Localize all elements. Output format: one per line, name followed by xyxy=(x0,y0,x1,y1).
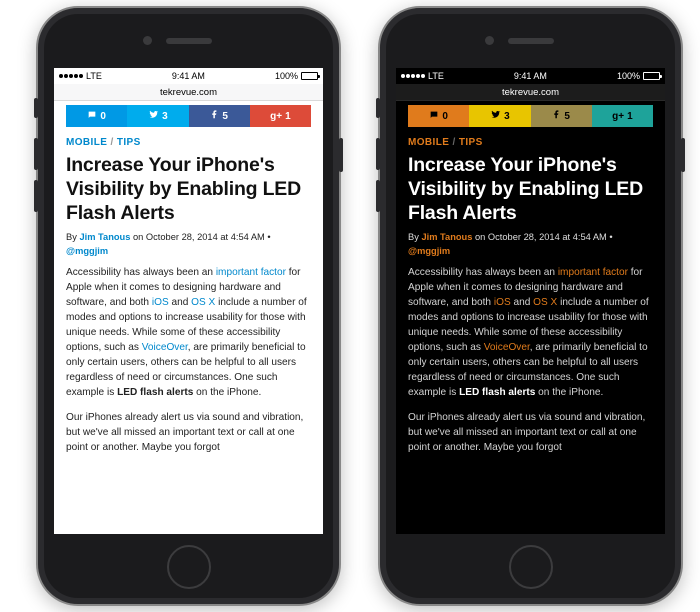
comment-icon xyxy=(429,110,439,123)
twitter-count: 3 xyxy=(504,111,510,122)
share-twitter[interactable]: 3 xyxy=(469,105,530,127)
article-byline: By Jim Tanous on October 28, 2014 at 4:5… xyxy=(408,231,653,258)
social-share-bar: 0 3 5 g+ 1 xyxy=(408,105,653,127)
twitter-handle[interactable]: @mggjim xyxy=(408,246,450,256)
signal-strength-icon xyxy=(401,74,425,78)
home-button[interactable] xyxy=(509,545,553,589)
link-voiceover[interactable]: VoiceOver xyxy=(142,342,188,353)
share-gplus[interactable]: g+ 1 xyxy=(592,105,653,127)
article-headline: Increase Your iPhone's Visibility by Ena… xyxy=(408,154,653,225)
volume-up xyxy=(376,138,380,170)
twitter-icon xyxy=(490,109,501,123)
author-link[interactable]: Jim Tanous xyxy=(79,232,130,242)
battery-percent: 100% xyxy=(275,71,298,81)
link-important-factor[interactable]: important factor xyxy=(216,267,286,278)
power-button xyxy=(339,138,343,172)
breadcrumb-mobile[interactable]: MOBILE xyxy=(66,137,107,148)
phone-body: LTE 9:41 AM 100% tekrevue.com 0 xyxy=(36,6,341,606)
comment-icon xyxy=(87,110,97,123)
share-comments[interactable]: 0 xyxy=(66,105,127,127)
address-bar[interactable]: tekrevue.com xyxy=(54,84,323,101)
gplus-count: 1 xyxy=(285,111,291,122)
address-bar[interactable]: tekrevue.com xyxy=(396,84,665,101)
article-body: Accessibility has always been an importa… xyxy=(408,266,653,455)
link-osx[interactable]: OS X xyxy=(191,297,215,308)
screen-light: LTE 9:41 AM 100% tekrevue.com 0 xyxy=(54,68,323,534)
screen-dark: LTE 9:41 AM 100% tekrevue.com 0 xyxy=(396,68,665,534)
twitter-icon xyxy=(148,109,159,123)
gplus-icon: g+ xyxy=(612,111,624,122)
social-share-bar: 0 3 5 g+ 1 xyxy=(66,105,311,127)
gplus-count: 1 xyxy=(627,111,633,122)
article-headline: Increase Your iPhone's Visibility by Ena… xyxy=(66,154,311,225)
status-bar: LTE 9:41 AM 100% xyxy=(396,68,665,84)
clock: 9:41 AM xyxy=(514,71,547,81)
author-link[interactable]: Jim Tanous xyxy=(421,232,472,242)
front-camera xyxy=(143,36,152,45)
breadcrumb-tips[interactable]: TIPS xyxy=(117,137,141,148)
twitter-handle[interactable]: @mggjim xyxy=(66,246,108,256)
mute-switch xyxy=(34,98,38,118)
paragraph-2: Our iPhones already alert us via sound a… xyxy=(66,411,311,456)
byline-date: on October 28, 2014 at 4:54 AM • xyxy=(472,232,612,242)
share-comments[interactable]: 0 xyxy=(408,105,469,127)
comments-count: 0 xyxy=(442,111,448,122)
breadcrumb: MOBILE / TIPS xyxy=(408,137,653,148)
bold-led-flash: LED flash alerts xyxy=(459,387,535,398)
facebook-icon xyxy=(552,109,561,123)
status-bar: LTE 9:41 AM 100% xyxy=(54,68,323,84)
link-ios[interactable]: iOS xyxy=(152,297,169,308)
phone-mockup-light: LTE 9:41 AM 100% tekrevue.com 0 xyxy=(36,6,341,606)
carrier-label: LTE xyxy=(86,71,102,81)
article-body: Accessibility has always been an importa… xyxy=(66,266,311,455)
byline-date: on October 28, 2014 at 4:54 AM • xyxy=(130,232,270,242)
comments-count: 0 xyxy=(100,111,106,122)
byline-prefix: By xyxy=(66,232,79,242)
breadcrumb-mobile[interactable]: MOBILE xyxy=(408,137,449,148)
battery-icon xyxy=(643,72,660,80)
mute-switch xyxy=(376,98,380,118)
phone-body: LTE 9:41 AM 100% tekrevue.com 0 xyxy=(378,6,683,606)
bold-led-flash: LED flash alerts xyxy=(117,387,193,398)
breadcrumb-tips[interactable]: TIPS xyxy=(459,137,483,148)
link-important-factor[interactable]: important factor xyxy=(558,267,628,278)
breadcrumb-sep: / xyxy=(110,137,113,148)
share-facebook[interactable]: 5 xyxy=(531,105,592,127)
share-twitter[interactable]: 3 xyxy=(127,105,188,127)
gplus-icon: g+ xyxy=(270,111,282,122)
volume-up xyxy=(34,138,38,170)
article-byline: By Jim Tanous on October 28, 2014 at 4:5… xyxy=(66,231,311,258)
volume-down xyxy=(34,180,38,212)
battery-icon xyxy=(301,72,318,80)
share-facebook[interactable]: 5 xyxy=(189,105,250,127)
power-button xyxy=(681,138,685,172)
clock: 9:41 AM xyxy=(172,71,205,81)
paragraph-2: Our iPhones already alert us via sound a… xyxy=(408,411,653,456)
volume-down xyxy=(376,180,380,212)
link-ios[interactable]: iOS xyxy=(494,297,511,308)
breadcrumb: MOBILE / TIPS xyxy=(66,137,311,148)
share-gplus[interactable]: g+ 1 xyxy=(250,105,311,127)
link-voiceover[interactable]: VoiceOver xyxy=(484,342,530,353)
front-camera xyxy=(485,36,494,45)
twitter-count: 3 xyxy=(162,111,168,122)
earpiece-speaker xyxy=(166,38,212,44)
earpiece-speaker xyxy=(508,38,554,44)
battery-percent: 100% xyxy=(617,71,640,81)
facebook-count: 5 xyxy=(222,111,228,122)
facebook-icon xyxy=(210,109,219,123)
facebook-count: 5 xyxy=(564,111,570,122)
byline-prefix: By xyxy=(408,232,421,242)
breadcrumb-sep: / xyxy=(452,137,455,148)
link-osx[interactable]: OS X xyxy=(533,297,557,308)
signal-strength-icon xyxy=(59,74,83,78)
phone-mockup-dark: LTE 9:41 AM 100% tekrevue.com 0 xyxy=(378,6,683,606)
carrier-label: LTE xyxy=(428,71,444,81)
home-button[interactable] xyxy=(167,545,211,589)
